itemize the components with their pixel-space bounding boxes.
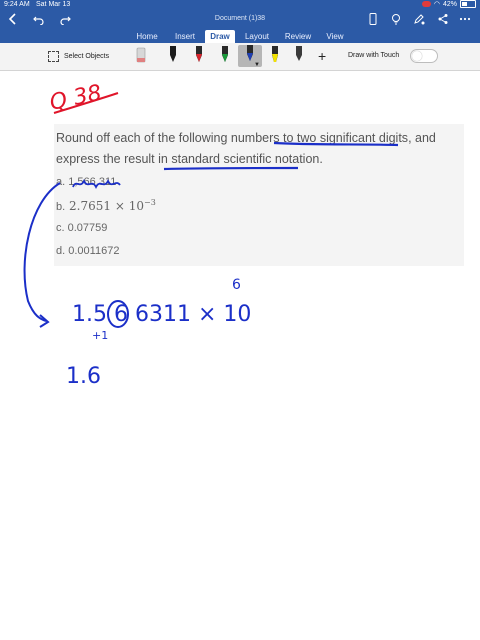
battery-icon <box>460 0 476 8</box>
more-icon[interactable] <box>458 12 472 26</box>
draw-with-touch-toggle[interactable] <box>410 49 438 63</box>
ribbon-tabs: Home Insert Draw Layout Review View <box>0 30 480 43</box>
option-label: a. <box>56 176 66 188</box>
question-text: Round off each of the following numbers … <box>56 128 456 170</box>
recording-icon <box>421 1 431 7</box>
document-page: Round off each of the following numbers … <box>0 71 480 640</box>
option-exponent: −3 <box>144 198 156 207</box>
document-title: Document (1)38 <box>214 15 266 22</box>
option-d: d. 0.0011672 <box>56 245 119 257</box>
draw-ribbon: Select Objects ▼ + Draw with Touch <box>0 43 480 71</box>
tab-home[interactable]: Home <box>130 30 164 43</box>
question-part-1: Round off each of the following numbers <box>56 131 283 145</box>
select-objects-button[interactable]: Select Objects <box>48 51 109 62</box>
select-objects-label: Select Objects <box>64 53 110 60</box>
select-objects-icon <box>48 51 59 62</box>
question-part-5: . <box>319 152 323 166</box>
question-part-4: standard scientific notation <box>171 152 320 166</box>
draw-with-touch-label: Draw with Touch <box>348 52 400 59</box>
status-right: ◠ 42% <box>421 0 476 8</box>
eraser-tool[interactable] <box>134 46 148 66</box>
highlighter-gray-icon <box>296 46 302 61</box>
option-b: b. 2.7651 × 10−3 <box>56 198 156 213</box>
highlighter-yellow-icon <box>272 46 278 62</box>
option-label: b. <box>56 201 66 213</box>
option-value: 0.0011672 <box>68 245 120 257</box>
status-time: 9:24 AM <box>4 1 30 8</box>
tab-layout[interactable]: Layout <box>240 30 274 43</box>
status-date: Sat Mar 13 <box>36 1 71 8</box>
phone-icon[interactable] <box>366 12 380 26</box>
option-base: 10 <box>128 199 145 213</box>
tab-draw[interactable]: Draw <box>205 30 235 43</box>
option-label: c. <box>56 222 65 234</box>
pen-red-icon <box>196 46 202 62</box>
pen-red-tool[interactable] <box>192 46 206 66</box>
pen-edit-icon[interactable] <box>412 12 426 26</box>
option-mantissa: 2.7651 <box>69 199 112 213</box>
option-a: a. 1,566,311 <box>56 176 116 188</box>
pen-black-tool[interactable] <box>166 46 180 66</box>
question-part-2: to two significant digits <box>283 131 409 145</box>
highlighter-yellow-tool[interactable] <box>268 46 282 66</box>
option-value: 0.07759 <box>67 222 108 234</box>
pen-green-icon <box>222 46 228 62</box>
pen-black-icon <box>170 46 176 62</box>
pen-green-tool[interactable] <box>218 46 232 66</box>
question-block: Round off each of the following numbers … <box>54 124 464 266</box>
tab-view[interactable]: View <box>320 30 350 43</box>
word-app: 9:24 AM Sat Mar 13 ◠ 42% Document (1)38 <box>0 0 480 640</box>
chevron-down-icon[interactable]: ▼ <box>254 62 260 68</box>
eraser-icon <box>136 47 146 63</box>
option-c: c. 0.07759 <box>56 222 107 234</box>
option-times: × <box>114 199 125 213</box>
tab-insert[interactable]: Insert <box>168 30 202 43</box>
tab-review[interactable]: Review <box>280 30 316 43</box>
option-label: d. <box>56 245 66 257</box>
add-tool-icon[interactable]: + <box>318 48 326 64</box>
wifi-icon: ◠ <box>433 1 440 8</box>
battery-percent: 42% <box>442 0 457 8</box>
title-bar: Document (1)38 <box>0 10 480 30</box>
share-icon[interactable] <box>436 12 450 26</box>
highlighter-gray-tool[interactable] <box>292 46 306 66</box>
pen-blue-icon <box>247 45 253 61</box>
lightbulb-icon[interactable] <box>389 12 403 26</box>
option-value: 1,566,311 <box>68 176 117 188</box>
